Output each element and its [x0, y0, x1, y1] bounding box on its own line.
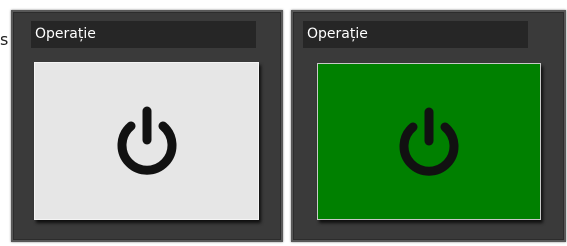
operation-panel-on: Operație — [291, 10, 566, 242]
power-toggle-button[interactable] — [34, 62, 259, 220]
power-toggle-button[interactable] — [317, 63, 541, 220]
operation-header: Operație — [31, 21, 256, 48]
operation-panel-off: Operație — [11, 10, 283, 242]
operation-header: Operație — [303, 21, 528, 48]
stray-text: s — [0, 30, 9, 49]
power-icon — [399, 107, 459, 176]
power-icon — [117, 106, 176, 175]
